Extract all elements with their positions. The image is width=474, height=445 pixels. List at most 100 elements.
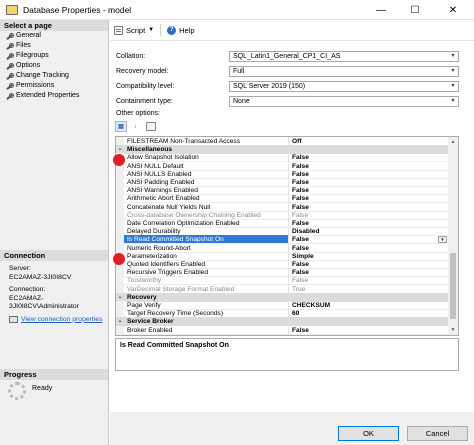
grid-property-value-text: False — [292, 244, 309, 252]
grid-property-value-text: False — [292, 203, 309, 211]
close-button[interactable]: ✕ — [432, 0, 474, 20]
toolbar-separator — [160, 24, 162, 36]
wrench-icon — [5, 52, 14, 60]
page-item-extended-properties[interactable]: Extended Properties — [0, 91, 108, 101]
cancel-button[interactable]: Cancel — [407, 426, 468, 441]
grid-property-value-text: Simple — [292, 252, 314, 260]
page-item-filegroups[interactable]: Filegroups — [0, 51, 108, 61]
database-icon — [6, 4, 18, 15]
grid-property-value-text: False — [292, 162, 309, 170]
grid-property-value-text: False — [292, 187, 309, 195]
title-bar: Database Properties - model — ☐ ✕ — [0, 0, 474, 20]
properties-icon — [9, 315, 18, 323]
scroll-down-arrow-icon[interactable]: ▼ — [448, 325, 458, 335]
maximize-button[interactable]: ☐ — [398, 0, 432, 20]
chevron-down-icon[interactable]: ▼ — [448, 67, 458, 76]
connection-value: EC2AMAZ-3JI0I8CV\Administrator — [9, 294, 79, 311]
connection-label: Connection: — [9, 286, 46, 293]
grid-property-value-text: CHECKSUM — [292, 302, 331, 309]
recovery-model-label: Recovery model: — [116, 67, 169, 75]
compatibility-level-value: SQL Server 2019 (150) — [233, 82, 306, 90]
scroll-up-arrow-icon[interactable]: ▲ — [448, 137, 458, 147]
grid-property-name: Honor Broker Priority — [124, 333, 289, 335]
description-title: Is Read Committed Snapshot On — [120, 342, 229, 349]
page-item-permissions[interactable]: Permissions — [0, 81, 108, 91]
progress-status: Ready — [8, 382, 52, 400]
containment-type-label: Containment type: — [116, 97, 173, 105]
recovery-model-row: Recovery model: Full ▼ — [116, 65, 459, 77]
server-value: EC2AMAZ-3JI0I8CV — [9, 273, 72, 281]
connection-info: Server: EC2AMAZ-3JI0I8CV Connection: EC2… — [0, 265, 108, 323]
progress-status-text: Ready — [32, 385, 53, 392]
other-options-label: Other options: — [116, 110, 160, 117]
grid-property-value-text: False — [292, 211, 309, 219]
progress-spinner-icon — [8, 382, 26, 400]
grid-property-value-text: False — [292, 335, 308, 336]
chevron-down-icon[interactable]: ▼ — [148, 27, 154, 33]
categorized-icon[interactable]: ▤ — [115, 121, 127, 132]
chevron-down-icon[interactable]: ▼ — [448, 52, 458, 61]
page-item-change-tracking[interactable]: Change Tracking — [0, 71, 108, 81]
page-item-label: General — [16, 32, 41, 39]
select-page-header: Select a page — [0, 20, 108, 31]
page-item-label: Permissions — [16, 82, 55, 89]
compatibility-level-label: Compatibility level: — [116, 82, 175, 90]
containment-type-row: Containment type: None ▼ — [116, 95, 459, 107]
view-connection-properties-label[interactable]: View connection properties — [21, 316, 103, 323]
grid-toolbar: ▤ ↓ — [115, 121, 156, 132]
property-grid[interactable]: FILESTREAM Non-Transacted Access Off ⌄ Misc… — [115, 136, 459, 336]
options-page: Collation: SQL_Latin1_General_CP1_CI_AS … — [110, 42, 474, 412]
grid-property-value-text: Disabled — [292, 228, 320, 236]
connection-header: Connection — [0, 250, 108, 261]
grid-scrollbar[interactable]: ▲ ▼ — [448, 137, 458, 335]
containment-type-select[interactable]: None ▼ — [229, 95, 459, 107]
page-item-options[interactable]: Options — [0, 61, 108, 71]
view-connection-properties-link[interactable]: View connection properties — [9, 315, 108, 323]
grid-row-margin — [116, 333, 124, 335]
page-item-label: Files — [16, 42, 31, 49]
grid-property-value-text: False — [292, 269, 309, 277]
recovery-model-select[interactable]: Full ▼ — [229, 65, 459, 77]
server-label: Server: — [9, 265, 31, 272]
grid-property-value-text: False — [292, 154, 309, 162]
grid-property-value-text: False — [292, 326, 309, 334]
wrench-icon — [5, 72, 14, 80]
ok-button[interactable]: OK — [338, 426, 399, 441]
page-item-files[interactable]: Files — [0, 41, 108, 51]
chevron-down-icon[interactable]: ▼ — [448, 97, 458, 106]
recovery-model-value: Full — [233, 67, 245, 75]
grid-property-value-text: False — [292, 179, 309, 186]
scrollbar-thumb[interactable] — [450, 253, 456, 319]
sort-alphabetical-icon[interactable]: ↓ — [129, 121, 141, 132]
grid-property-value-text: False — [292, 261, 309, 268]
window-title: Database Properties - model — [23, 4, 132, 15]
script-button[interactable]: Script ▼ — [114, 25, 154, 35]
page-item-label: Options — [16, 62, 41, 69]
grid-property-row[interactable]: Honor Broker PriorityFalse — [116, 333, 448, 336]
script-label: Script — [126, 25, 146, 35]
highlight-marker — [113, 154, 125, 166]
wrench-icon — [5, 42, 14, 50]
page-item-label: Change Tracking — [16, 72, 69, 79]
grid-property-value[interactable]: False — [289, 334, 448, 336]
help-button[interactable]: ? Help — [167, 25, 195, 35]
chevron-down-icon[interactable]: ▼ — [448, 82, 458, 91]
collation-row: Collation: SQL_Latin1_General_CP1_CI_AS … — [116, 50, 459, 62]
grid-property-value-text: True — [292, 285, 306, 293]
help-icon: ? — [167, 25, 177, 35]
property-pages-icon[interactable] — [146, 122, 156, 131]
grid-property-value-text: False — [292, 236, 309, 244]
wrench-icon — [5, 92, 14, 100]
compatibility-level-select[interactable]: SQL Server 2019 (150) ▼ — [229, 80, 459, 92]
page-item-general[interactable]: General — [0, 31, 108, 41]
description-panel: Is Read Committed Snapshot On — [115, 338, 459, 371]
grid-property-value-text: Off — [292, 138, 302, 145]
wrench-icon — [5, 62, 14, 70]
collation-select[interactable]: SQL_Latin1_General_CP1_CI_AS ▼ — [229, 50, 459, 62]
collation-value: SQL_Latin1_General_CP1_CI_AS — [233, 52, 341, 60]
chevron-down-icon[interactable]: ▼ — [438, 236, 447, 244]
containment-type-value: None — [233, 97, 250, 105]
toolbar: Script ▼ ? Help — [110, 20, 474, 41]
minimize-button[interactable]: — — [364, 0, 398, 20]
grid-property-value-text: False — [292, 220, 309, 227]
